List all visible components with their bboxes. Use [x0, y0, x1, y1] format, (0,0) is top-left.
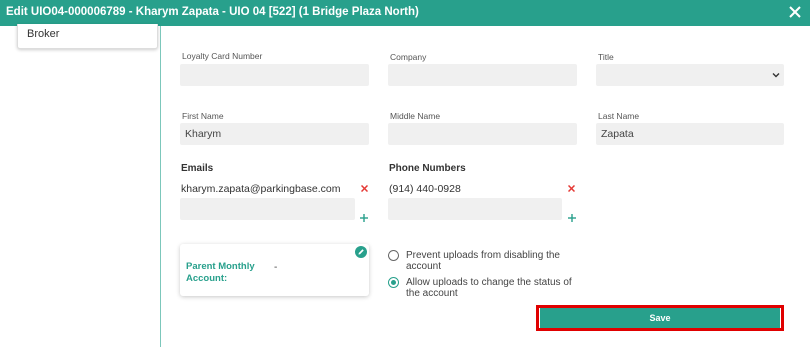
company-field[interactable]	[388, 64, 577, 86]
panel-divider	[160, 26, 161, 347]
first-name-field[interactable]: Kharym	[180, 123, 369, 145]
email-item: kharym.zapata@parkingbase.com	[181, 183, 341, 195]
prevent-uploads-radio[interactable]	[388, 250, 399, 261]
parent-account-card: Parent Monthly Account: -	[180, 244, 369, 296]
edit-pencil-icon[interactable]	[355, 246, 367, 258]
dialog-header: Edit UIO04-000006789 - Kharym Zapata - U…	[0, 0, 810, 26]
prevent-uploads-label: Prevent uploads from disabling the accou…	[406, 250, 560, 272]
remove-phone-icon[interactable]	[568, 185, 575, 192]
emails-heading: Emails	[181, 163, 214, 174]
sidebar-item-broker[interactable]: Broker	[17, 24, 158, 49]
close-icon[interactable]	[786, 3, 804, 21]
phone-item: (914) 440-0928	[389, 183, 461, 195]
allow-uploads-label: Allow uploads to change the status of th…	[406, 277, 572, 299]
sidebar-item-label: Broker	[27, 28, 60, 40]
loyalty-card-number-label: Loyalty Card Number	[182, 51, 263, 61]
middle-name-field[interactable]	[388, 123, 577, 145]
loyalty-card-number-field[interactable]	[180, 64, 369, 86]
chevron-down-icon	[772, 73, 780, 78]
parent-account-value: -	[274, 262, 278, 273]
parent-account-label: Parent Monthly Account:	[186, 261, 255, 284]
company-label: Company	[390, 52, 427, 62]
new-phone-field[interactable]	[388, 198, 562, 220]
first-name-label: First Name	[182, 111, 224, 121]
new-email-field[interactable]	[180, 198, 355, 220]
last-name-label: Last Name	[598, 111, 640, 121]
title-select[interactable]	[596, 64, 784, 86]
allow-uploads-radio[interactable]	[388, 277, 399, 288]
last-name-field[interactable]: Zapata	[596, 123, 784, 145]
dialog-title: Edit UIO04-000006789 - Kharym Zapata - U…	[6, 6, 419, 18]
phone-numbers-heading: Phone Numbers	[389, 163, 466, 174]
add-email-icon[interactable]	[360, 214, 368, 222]
remove-email-icon[interactable]	[361, 185, 368, 192]
add-phone-icon[interactable]	[568, 214, 576, 222]
title-label: Title	[598, 52, 614, 62]
middle-name-label: Middle Name	[390, 111, 441, 121]
save-button[interactable]: Save	[540, 308, 780, 328]
